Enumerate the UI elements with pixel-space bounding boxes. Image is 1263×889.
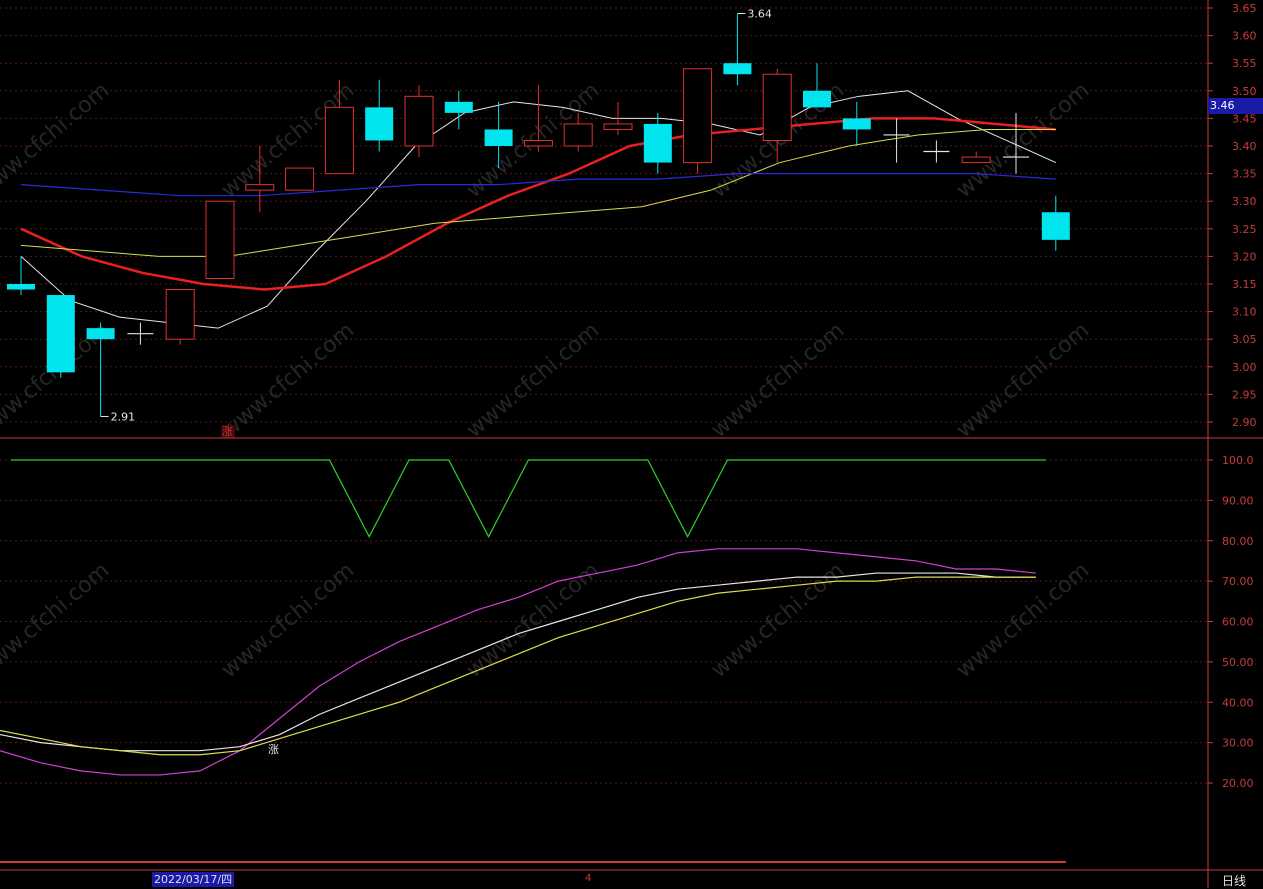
watermark-text: www.cfchi.com bbox=[0, 558, 114, 683]
candle-body bbox=[643, 123, 672, 163]
candle-body bbox=[1041, 212, 1070, 240]
y-tick-label: 30.00 bbox=[1222, 737, 1254, 750]
candle[interactable] bbox=[923, 140, 950, 163]
stock-chart[interactable]: www.cfchi.com www.cfchi.com www.cfchi.com w… bbox=[0, 0, 1263, 888]
candle-body bbox=[523, 139, 553, 147]
y-tick-label: 3.05 bbox=[1232, 333, 1257, 346]
candle[interactable] bbox=[883, 118, 910, 163]
y-tick-label: 40.00 bbox=[1222, 696, 1254, 709]
candle-body bbox=[46, 295, 75, 373]
date-cursor-label: 2022/03/17/四 bbox=[152, 872, 235, 887]
candle-body bbox=[444, 101, 473, 113]
candle[interactable] bbox=[842, 101, 871, 146]
watermark-text: www.cfchi.com bbox=[462, 318, 604, 443]
watermark-text: www.cfchi.com bbox=[0, 78, 114, 203]
y-tick-label: 3.25 bbox=[1232, 223, 1257, 236]
candle-body bbox=[961, 156, 991, 164]
watermark-text: www.cfchi.com bbox=[462, 558, 604, 683]
candle[interactable] bbox=[7, 256, 35, 296]
candle-body bbox=[563, 123, 593, 147]
y-tick-label: 3.00 bbox=[1232, 361, 1257, 374]
cursor-index-label: 4 bbox=[585, 873, 592, 884]
y-tick-label: 80.00 bbox=[1222, 535, 1254, 548]
last-price-label: 3.46 bbox=[1208, 98, 1263, 114]
y-tick-label: 3.10 bbox=[1232, 306, 1257, 319]
annotation-label: 3.64 bbox=[747, 8, 772, 21]
y-tick-label: 50.00 bbox=[1222, 656, 1254, 669]
watermark-text: www.cfchi.com bbox=[217, 318, 359, 443]
indicator-marker: 涨 bbox=[268, 743, 279, 756]
indicator-series-0 bbox=[11, 459, 1046, 539]
candle[interactable] bbox=[86, 322, 115, 417]
y-tick-label: 2.95 bbox=[1232, 388, 1257, 401]
candle[interactable] bbox=[683, 68, 713, 174]
candle-body bbox=[205, 200, 235, 279]
y-tick-label: 90.00 bbox=[1222, 494, 1254, 507]
candle[interactable] bbox=[723, 13, 752, 86]
y-tick-label: 3.55 bbox=[1232, 57, 1257, 70]
period-label[interactable]: 日线 bbox=[1222, 872, 1246, 889]
candle-body bbox=[365, 107, 394, 141]
candle-body bbox=[245, 184, 275, 191]
candle[interactable] bbox=[165, 289, 195, 345]
y-tick-label: 20.00 bbox=[1222, 777, 1254, 790]
candle-body bbox=[404, 95, 434, 147]
indicator-grid bbox=[0, 459, 1208, 784]
candle[interactable] bbox=[643, 112, 672, 174]
y-tick-label: 100.0 bbox=[1222, 454, 1254, 467]
candle[interactable] bbox=[1041, 195, 1070, 251]
y-tick-label: 3.30 bbox=[1232, 195, 1257, 208]
y-tick-label: 3.20 bbox=[1232, 250, 1257, 263]
y-tick-label: 3.65 bbox=[1232, 2, 1257, 15]
candle-body bbox=[324, 106, 354, 175]
y-tick-label: 3.15 bbox=[1232, 278, 1257, 291]
watermark-text: www.cfchi.com bbox=[217, 558, 359, 683]
candle[interactable] bbox=[365, 79, 394, 152]
annotation-label: 2.91 bbox=[111, 410, 136, 423]
candle[interactable] bbox=[205, 200, 235, 279]
watermark-text: www.cfchi.com bbox=[952, 318, 1094, 443]
candle[interactable] bbox=[127, 322, 154, 345]
candle-body bbox=[603, 123, 633, 130]
y-tick-label: 70.00 bbox=[1222, 575, 1254, 588]
candle[interactable] bbox=[46, 295, 75, 378]
y-tick-label: 3.45 bbox=[1232, 112, 1257, 125]
candle-body bbox=[683, 68, 713, 164]
candle-body bbox=[86, 328, 115, 340]
candle-body bbox=[803, 90, 831, 108]
candle-body bbox=[165, 289, 195, 340]
candle-body bbox=[285, 167, 315, 191]
indicator-series-3 bbox=[0, 576, 1036, 756]
candle-body bbox=[7, 284, 35, 290]
watermark-layer: www.cfchi.com www.cfchi.com www.cfchi.com w… bbox=[0, 78, 1094, 683]
candle-body bbox=[723, 63, 752, 75]
y-tick-label: 3.40 bbox=[1232, 140, 1257, 153]
y-tick-label: 3.60 bbox=[1232, 30, 1257, 43]
rise-marker: 涨 bbox=[222, 425, 233, 438]
y-tick-label: 2.90 bbox=[1232, 416, 1257, 429]
y-tick-label: 3.50 bbox=[1232, 85, 1257, 98]
y-tick-label: 60.00 bbox=[1222, 616, 1254, 629]
candle-body bbox=[484, 129, 513, 146]
candle[interactable] bbox=[285, 167, 315, 191]
watermark-text: www.cfchi.com bbox=[707, 318, 849, 443]
candle-body bbox=[842, 118, 871, 130]
watermark-text: www.cfchi.com bbox=[952, 78, 1094, 203]
candle-body bbox=[762, 73, 792, 141]
candle[interactable] bbox=[404, 85, 434, 158]
y-tick-label: 3.35 bbox=[1232, 168, 1257, 181]
candle[interactable] bbox=[961, 151, 991, 164]
